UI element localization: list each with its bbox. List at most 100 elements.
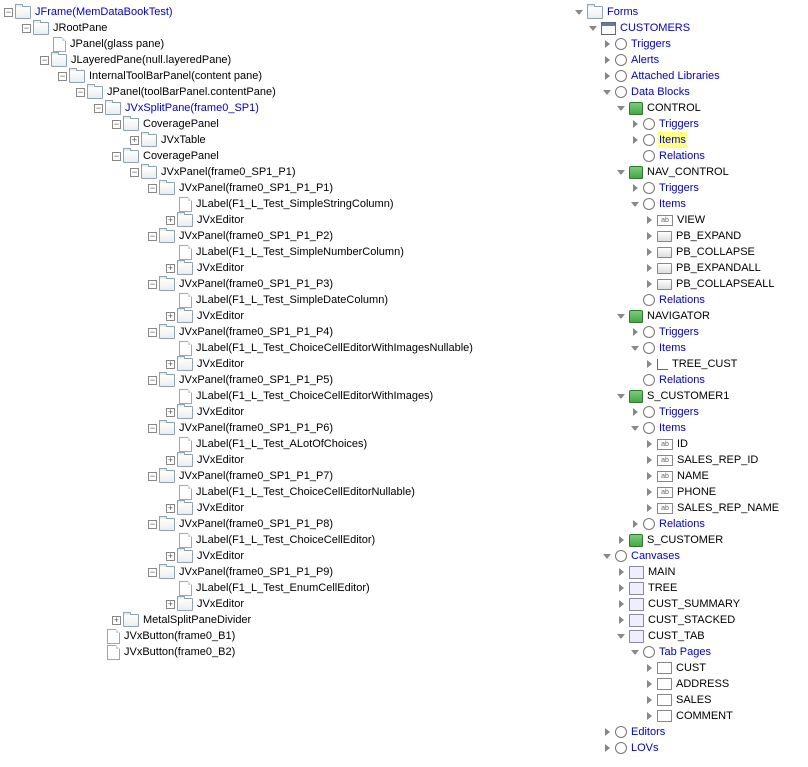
collapse-handle[interactable] (616, 311, 627, 322)
tree-row[interactable]: −JVxPanel(frame0_SP1_P1_P9) (4, 564, 574, 580)
expand-handle[interactable] (602, 743, 613, 754)
tree-row[interactable]: Items (574, 420, 808, 436)
tree-row[interactable]: Triggers (574, 404, 808, 420)
collapse-handle[interactable] (630, 423, 641, 434)
tree-row[interactable]: JLabel(F1_L_Test_ChoiceCellEditorWithIma… (4, 340, 574, 356)
tree-row[interactable]: Items (574, 340, 808, 356)
tree-row[interactable]: SALES (574, 692, 808, 708)
tree-row[interactable]: Relations (574, 372, 808, 388)
tree-row[interactable]: JLabel(F1_L_Test_SimpleDateColumn) (4, 292, 574, 308)
tree-row[interactable]: JPanel(glass pane) (4, 36, 574, 52)
tree-row[interactable]: ADDRESS (574, 676, 808, 692)
tree-row[interactable]: −JVxPanel(frame0_SP1_P1_P5) (4, 372, 574, 388)
tree-row[interactable]: SALES_REP_NAME (574, 500, 808, 516)
expand-handle[interactable] (630, 327, 641, 338)
tree-row[interactable]: Triggers (574, 180, 808, 196)
expand-toggle[interactable]: + (166, 552, 175, 561)
expand-handle[interactable] (644, 455, 655, 466)
tree-row[interactable]: −CoveragePanel (4, 148, 574, 164)
collapse-handle[interactable] (616, 103, 627, 114)
swing-component-tree[interactable]: −JFrame(MemDataBookTest)−JRootPaneJPanel… (4, 4, 574, 756)
expand-toggle[interactable]: + (166, 312, 175, 321)
tree-row[interactable]: +JVxEditor (4, 212, 574, 228)
collapse-toggle[interactable]: − (148, 184, 157, 193)
tree-row[interactable]: −JVxPanel(frame0_SP1_P1_P1) (4, 180, 574, 196)
tree-row[interactable]: JLabel(F1_L_Test_ChoiceCellEditorNullabl… (4, 484, 574, 500)
expand-toggle[interactable]: + (166, 360, 175, 369)
tree-row[interactable]: Relations (574, 292, 808, 308)
collapse-toggle[interactable]: − (4, 8, 13, 17)
collapse-handle[interactable] (574, 7, 585, 18)
expand-handle[interactable] (644, 263, 655, 274)
tree-row[interactable]: −JRootPane (4, 20, 574, 36)
collapse-toggle[interactable]: − (76, 88, 85, 97)
expand-handle[interactable] (630, 519, 641, 530)
tree-row[interactable]: −JVxPanel(frame0_SP1_P1_P8) (4, 516, 574, 532)
tree-row[interactable]: Forms (574, 4, 808, 20)
tree-row[interactable]: −JVxPanel(frame0_SP1_P1_P3) (4, 276, 574, 292)
tree-row[interactable]: +JVxEditor (4, 452, 574, 468)
collapse-handle[interactable] (602, 87, 613, 98)
expand-handle[interactable] (644, 679, 655, 690)
tree-row[interactable]: Items (574, 196, 808, 212)
tree-row[interactable]: JVxButton(frame0_B1) (4, 628, 574, 644)
expand-handle[interactable] (616, 535, 627, 546)
expand-handle[interactable] (616, 567, 627, 578)
collapse-toggle[interactable]: − (148, 520, 157, 529)
tree-row[interactable]: JLabel(F1_L_Test_SimpleNumberColumn) (4, 244, 574, 260)
tree-row[interactable]: −JVxPanel(frame0_SP1_P1_P7) (4, 468, 574, 484)
collapse-toggle[interactable]: − (112, 120, 121, 129)
collapse-toggle[interactable]: − (130, 168, 139, 177)
tree-row[interactable]: TREE (574, 580, 808, 596)
expand-handle[interactable] (644, 231, 655, 242)
tree-row[interactable]: PB_EXPANDALL (574, 260, 808, 276)
tree-row[interactable]: +JVxEditor (4, 596, 574, 612)
tree-row[interactable]: LOVs (574, 740, 808, 756)
collapse-toggle[interactable]: − (148, 232, 157, 241)
expand-handle[interactable] (602, 727, 613, 738)
tree-row[interactable]: +JVxEditor (4, 356, 574, 372)
tree-row[interactable]: ID (574, 436, 808, 452)
tree-row[interactable]: VIEW (574, 212, 808, 228)
tree-row[interactable]: S_CUSTOMER (574, 532, 808, 548)
tree-row[interactable]: S_CUSTOMER1 (574, 388, 808, 404)
tree-row[interactable]: −JVxSplitPane(frame0_SP1) (4, 100, 574, 116)
tree-row[interactable]: Attached Libraries (574, 68, 808, 84)
tree-row[interactable]: TREE_CUST (574, 356, 808, 372)
collapse-toggle[interactable]: − (112, 152, 121, 161)
expand-handle[interactable] (602, 39, 613, 50)
tree-row[interactable]: +JVxEditor (4, 308, 574, 324)
tree-row[interactable]: −JPanel(toolBarPanel.contentPane) (4, 84, 574, 100)
tree-row[interactable]: −JFrame(MemDataBookTest) (4, 4, 574, 20)
expand-handle[interactable] (644, 663, 655, 674)
tree-row[interactable]: +JVxEditor (4, 548, 574, 564)
tree-row[interactable]: PB_COLLAPSEALL (574, 276, 808, 292)
expand-handle[interactable] (630, 119, 641, 130)
expand-handle[interactable] (630, 407, 641, 418)
expand-handle[interactable] (630, 135, 641, 146)
tree-row[interactable]: JVxButton(frame0_B2) (4, 644, 574, 660)
expand-handle[interactable] (644, 215, 655, 226)
collapse-handle[interactable] (616, 631, 627, 642)
collapse-toggle[interactable]: − (58, 72, 67, 81)
collapse-toggle[interactable]: − (148, 328, 157, 337)
tree-row[interactable]: Relations (574, 148, 808, 164)
tree-row[interactable]: Relations (574, 516, 808, 532)
tree-row[interactable]: +JVxEditor (4, 404, 574, 420)
tree-row[interactable]: JLabel(F1_L_Test_EnumCellEditor) (4, 580, 574, 596)
tree-row[interactable]: Canvases (574, 548, 808, 564)
tree-row[interactable]: PHONE (574, 484, 808, 500)
expand-handle[interactable] (644, 247, 655, 258)
collapse-toggle[interactable]: − (148, 472, 157, 481)
expand-toggle[interactable]: + (166, 600, 175, 609)
expand-toggle[interactable]: + (166, 456, 175, 465)
tree-row[interactable]: CONTROL (574, 100, 808, 116)
tree-row[interactable]: PB_EXPAND (574, 228, 808, 244)
collapse-toggle[interactable]: − (148, 280, 157, 289)
expand-handle[interactable] (616, 615, 627, 626)
tree-row[interactable]: MAIN (574, 564, 808, 580)
tree-row[interactable]: +JVxEditor (4, 260, 574, 276)
tree-row[interactable]: CUST_TAB (574, 628, 808, 644)
expand-handle[interactable] (644, 279, 655, 290)
tree-row[interactable]: JLabel(F1_L_Test_ChoiceCellEditorWithIma… (4, 388, 574, 404)
